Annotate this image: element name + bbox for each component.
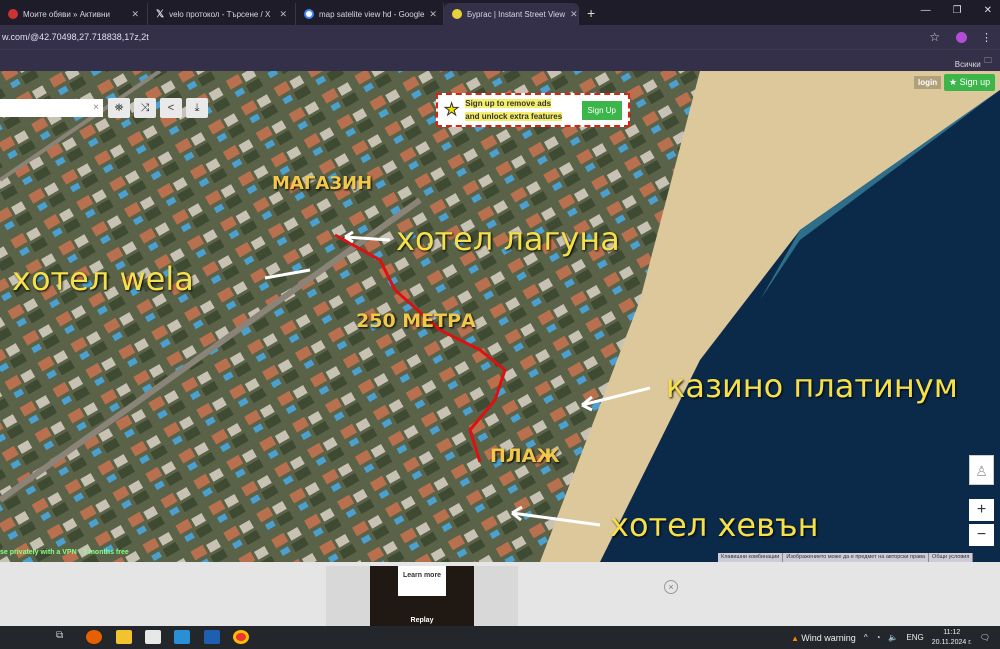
signup-promo-banner: ★ Sign up to remove ads and unlock extra …: [436, 93, 630, 127]
taskbar: ⧉ ▲ Wind warning ^ ◔ 🔈 ENG 11:12 20.11.20…: [0, 626, 1000, 649]
app-icon[interactable]: [204, 630, 220, 644]
binoculars-icon[interactable]: ⛯: [108, 98, 130, 118]
mail-icon[interactable]: [174, 630, 190, 644]
signup-button[interactable]: ★ Sign up: [944, 74, 996, 91]
close-tab-icon[interactable]: ✕: [279, 9, 287, 20]
url-field[interactable]: w.com/@42.70498,27.718838,17z,2t: [0, 32, 929, 42]
x-logo-icon: 𝕏: [156, 8, 165, 20]
bookmark-star-icon[interactable]: ☆: [929, 30, 940, 44]
replay-button[interactable]: Replay: [370, 617, 474, 624]
address-bar: w.com/@42.70498,27.718838,17z,2t ☆ ⋮: [0, 25, 1000, 49]
copyright-link[interactable]: Изображението може да е предмет на автор…: [783, 553, 930, 562]
volume-icon[interactable]: 🔈: [888, 633, 898, 642]
task-view-icon[interactable]: ⧉: [56, 630, 72, 644]
bookmarks-bar: 🗀 Всички отметки: [0, 49, 1000, 78]
zoom-out-button[interactable]: −: [969, 524, 994, 546]
learn-more-button[interactable]: Learn more: [398, 566, 446, 596]
language-indicator[interactable]: ENG: [906, 633, 923, 642]
tab-4[interactable]: Бургас | Instant Street View ✕: [444, 3, 579, 25]
shuffle-icon[interactable]: ⤨: [134, 98, 156, 118]
satellite-map[interactable]: [0, 71, 1000, 562]
all-bookmarks[interactable]: 🗀 Всички отметки: [955, 55, 992, 78]
close-tab-icon[interactable]: ✕: [429, 9, 437, 20]
store-icon[interactable]: [145, 630, 161, 644]
tab-2[interactable]: 𝕏velo протокол - Търсене / X ✕: [148, 3, 296, 25]
search-input[interactable]: ×: [0, 99, 103, 117]
close-ad-icon[interactable]: ×: [664, 580, 678, 594]
clock[interactable]: 11:12 20.11.2024 г.: [932, 628, 972, 648]
firefox-icon[interactable]: [86, 630, 102, 644]
promo-signup-button[interactable]: Sign Up: [581, 100, 622, 120]
close-window-icon[interactable]: ✕: [984, 5, 992, 16]
file-explorer-icon[interactable]: [116, 630, 132, 644]
weather-widget[interactable]: ▲ Wind warning: [791, 633, 856, 643]
terms-link[interactable]: Общи условия: [929, 553, 974, 562]
clear-search-icon[interactable]: ×: [93, 102, 99, 113]
menu-icon[interactable]: ⋮: [981, 31, 992, 44]
restore-icon[interactable]: ❐: [953, 5, 962, 16]
street-view-icon: [452, 9, 462, 19]
warning-icon: ▲: [791, 633, 800, 643]
tray-chevron-icon[interactable]: ^: [864, 633, 868, 642]
map-attribution: Клавишни комбинации Изображението може д…: [718, 553, 974, 562]
map-imagery: [0, 71, 1000, 562]
close-tab-icon[interactable]: ✕: [131, 9, 139, 20]
google-icon: [304, 9, 314, 19]
login-link[interactable]: login: [914, 76, 942, 89]
pegman-icon[interactable]: ♙: [969, 455, 994, 485]
download-icon[interactable]: ⤓: [186, 98, 208, 118]
keyboard-shortcuts-link[interactable]: Клавишни комбинации: [718, 553, 784, 562]
notifications-icon[interactable]: 🗨: [980, 633, 990, 642]
tab-1[interactable]: Моите обяви » Активни ✕: [0, 3, 148, 25]
video-ad[interactable]: Learn more Replay: [326, 566, 518, 626]
tab-3[interactable]: map satelite view hd - Google ✕: [296, 3, 444, 25]
minimize-icon[interactable]: —: [921, 5, 931, 16]
share-icon[interactable]: <: [160, 98, 182, 118]
zoom-in-button[interactable]: +: [969, 499, 994, 521]
tab-bar: Моите обяви » Активни ✕ 𝕏velo протокол - …: [0, 0, 1000, 25]
close-tab-icon[interactable]: ✕: [570, 9, 578, 20]
new-tab-button[interactable]: +: [587, 5, 595, 21]
profile-avatar[interactable]: [956, 31, 967, 43]
vpn-promo-link[interactable]: se privately with a VPN - 3 months free: [0, 549, 129, 556]
ad-bar: Learn more Replay ×: [0, 562, 1000, 626]
site-icon: [8, 9, 18, 19]
network-icon[interactable]: ◔: [876, 633, 881, 642]
star-icon: ★: [443, 100, 460, 120]
chrome-icon[interactable]: [233, 630, 249, 644]
